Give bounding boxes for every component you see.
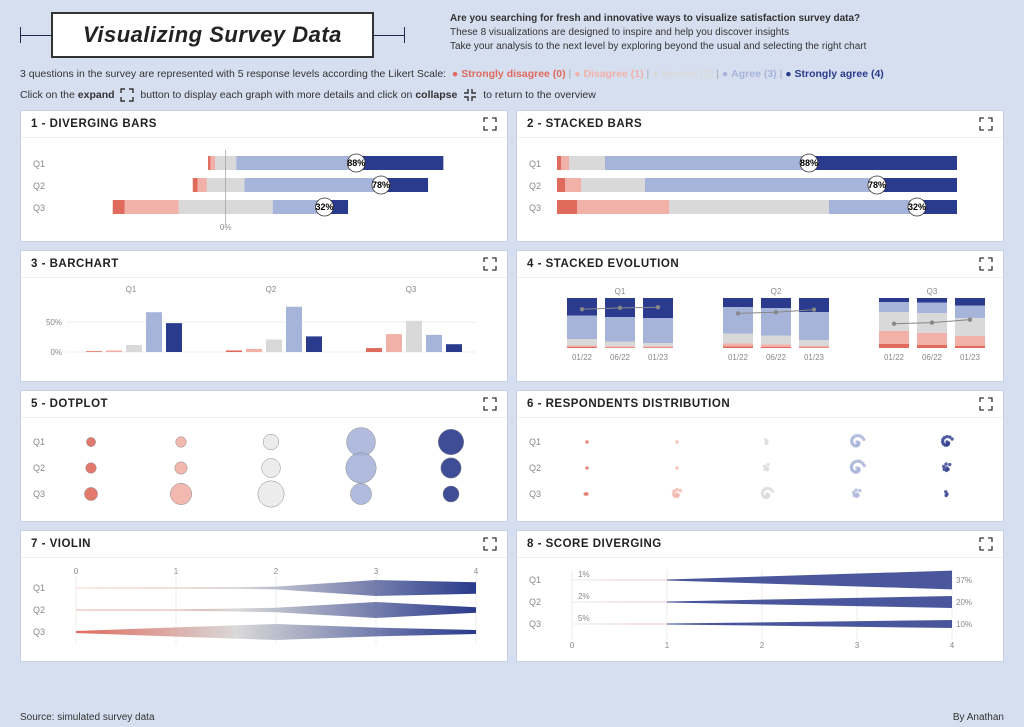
intro-text: Are you searching for fresh and innovati… (450, 12, 1004, 58)
svg-text:Q1: Q1 (33, 159, 45, 169)
svg-text:1: 1 (665, 641, 670, 650)
panel-title: 3 - BARCHART (31, 258, 119, 270)
panel-title: 6 - RESPONDENTS DISTRIBUTION (527, 398, 730, 410)
panel-diverging-bars: 1 - DIVERGING BARS Q1 88% Q2 78% Q3 32% 0% (20, 110, 508, 242)
expand-button[interactable] (979, 537, 993, 551)
svg-text:Q1: Q1 (529, 437, 541, 447)
svg-text:5%: 5% (578, 614, 590, 623)
svg-text:4: 4 (474, 567, 479, 576)
svg-text:Q2: Q2 (33, 463, 45, 473)
svg-text:20%: 20% (956, 598, 972, 607)
svg-text:Q1: Q1 (529, 575, 541, 585)
svg-text:Q2: Q2 (33, 605, 45, 615)
svg-text:Q3: Q3 (33, 203, 45, 213)
svg-text:Q2: Q2 (529, 181, 541, 191)
expand-button[interactable] (483, 537, 497, 551)
svg-text:78%: 78% (868, 180, 886, 190)
panel-title: 5 - DOTPLOT (31, 398, 108, 410)
svg-text:01/22: 01/22 (884, 353, 905, 362)
instructions: Click on the expand button to display ea… (0, 84, 1024, 110)
svg-text:Q3: Q3 (529, 489, 541, 499)
svg-text:Q2: Q2 (266, 285, 277, 294)
svg-text:Q3: Q3 (529, 619, 541, 629)
expand-button[interactable] (483, 117, 497, 131)
panel-grid: 1 - DIVERGING BARS Q188%Q278%Q332%0% 2 -… (0, 110, 1024, 662)
svg-text:06/22: 06/22 (922, 353, 943, 362)
svg-text:32%: 32% (316, 202, 334, 212)
svg-text:Q3: Q3 (927, 287, 938, 296)
header: Visualizing Survey Data Are you searchin… (0, 0, 1024, 64)
likert-legend: 3 questions in the survey are represente… (0, 64, 1024, 84)
svg-text:01/23: 01/23 (648, 353, 669, 362)
panel-violin: 7 - VIOLIN 0 1 2 3 4 Q1 Q2 Q3 (20, 530, 508, 662)
svg-text:Q1: Q1 (615, 287, 626, 296)
panel-dotplot: 5 - DOTPLOT Q1 Q2 Q3 (20, 390, 508, 522)
collapse-icon (463, 88, 477, 102)
svg-text:Q2: Q2 (771, 287, 782, 296)
svg-text:Q3: Q3 (33, 627, 45, 637)
svg-text:1%: 1% (578, 570, 590, 579)
expand-button[interactable] (483, 257, 497, 271)
panel-title: 2 - STACKED BARS (527, 118, 642, 130)
svg-text:0%: 0% (50, 348, 62, 357)
footer: Source: simulated survey data By Anathan (20, 712, 1004, 723)
svg-text:3: 3 (374, 567, 379, 576)
svg-text:10%: 10% (956, 620, 972, 629)
svg-text:2: 2 (274, 567, 279, 576)
svg-text:37%: 37% (956, 576, 972, 585)
svg-text:2: 2 (760, 641, 765, 650)
svg-text:Q2: Q2 (529, 597, 541, 607)
svg-text:32%: 32% (908, 202, 926, 212)
svg-text:Q2: Q2 (529, 463, 541, 473)
panel-title: 7 - VIOLIN (31, 538, 91, 550)
svg-text:Q1: Q1 (33, 583, 45, 593)
svg-text:88%: 88% (800, 158, 818, 168)
panel-barchart: 3 - BARCHART 0% 50% Q1 Q2 Q3 (20, 250, 508, 382)
panel-title: 8 - SCORE DIVERGING (527, 538, 662, 550)
panel-respondents-distribution: 6 - RESPONDENTS DISTRIBUTION Q1 Q2 Q3 (516, 390, 1004, 522)
svg-text:0%: 0% (220, 223, 232, 232)
svg-text:Q1: Q1 (33, 437, 45, 447)
svg-text:Q3: Q3 (529, 203, 541, 213)
svg-text:01/23: 01/23 (960, 353, 981, 362)
svg-text:2%: 2% (578, 592, 590, 601)
panel-title: 1 - DIVERGING BARS (31, 118, 157, 130)
svg-text:78%: 78% (372, 180, 390, 190)
svg-text:Q1: Q1 (126, 285, 137, 294)
expand-icon (120, 88, 134, 102)
panel-score-diverging: 8 - SCORE DIVERGING 0 1 2 3 4 Q1 1% 37% Q2 2% 20% Q… (516, 530, 1004, 662)
panel-title: 4 - STACKED EVOLUTION (527, 258, 679, 270)
expand-button[interactable] (979, 257, 993, 271)
credit-label: By Anathan (953, 712, 1004, 723)
svg-text:3: 3 (855, 641, 860, 650)
svg-text:01/23: 01/23 (804, 353, 825, 362)
expand-button[interactable] (483, 397, 497, 411)
svg-text:Q1: Q1 (529, 159, 541, 169)
svg-text:0: 0 (570, 641, 575, 650)
svg-text:06/22: 06/22 (766, 353, 787, 362)
svg-text:0: 0 (74, 567, 79, 576)
expand-button[interactable] (979, 397, 993, 411)
source-label: Source: simulated survey data (20, 712, 155, 723)
svg-text:Q2: Q2 (33, 181, 45, 191)
svg-text:88%: 88% (347, 158, 365, 168)
svg-text:Q3: Q3 (406, 285, 417, 294)
svg-text:4: 4 (950, 641, 955, 650)
svg-text:01/22: 01/22 (728, 353, 749, 362)
svg-text:06/22: 06/22 (610, 353, 631, 362)
svg-text:01/22: 01/22 (572, 353, 593, 362)
panel-stacked-evolution: 4 - STACKED EVOLUTION Q1 01/22 06/22 01/23 Q… (516, 250, 1004, 382)
svg-text:50%: 50% (46, 318, 62, 327)
svg-text:1: 1 (174, 567, 179, 576)
expand-button[interactable] (979, 117, 993, 131)
svg-text:Q3: Q3 (33, 489, 45, 499)
panel-stacked-bars: 2 - STACKED BARS Q1 88% Q2 78% Q3 32% (516, 110, 1004, 242)
page-title: Visualizing Survey Data (51, 12, 374, 58)
title-ornament: Visualizing Survey Data (20, 12, 420, 58)
